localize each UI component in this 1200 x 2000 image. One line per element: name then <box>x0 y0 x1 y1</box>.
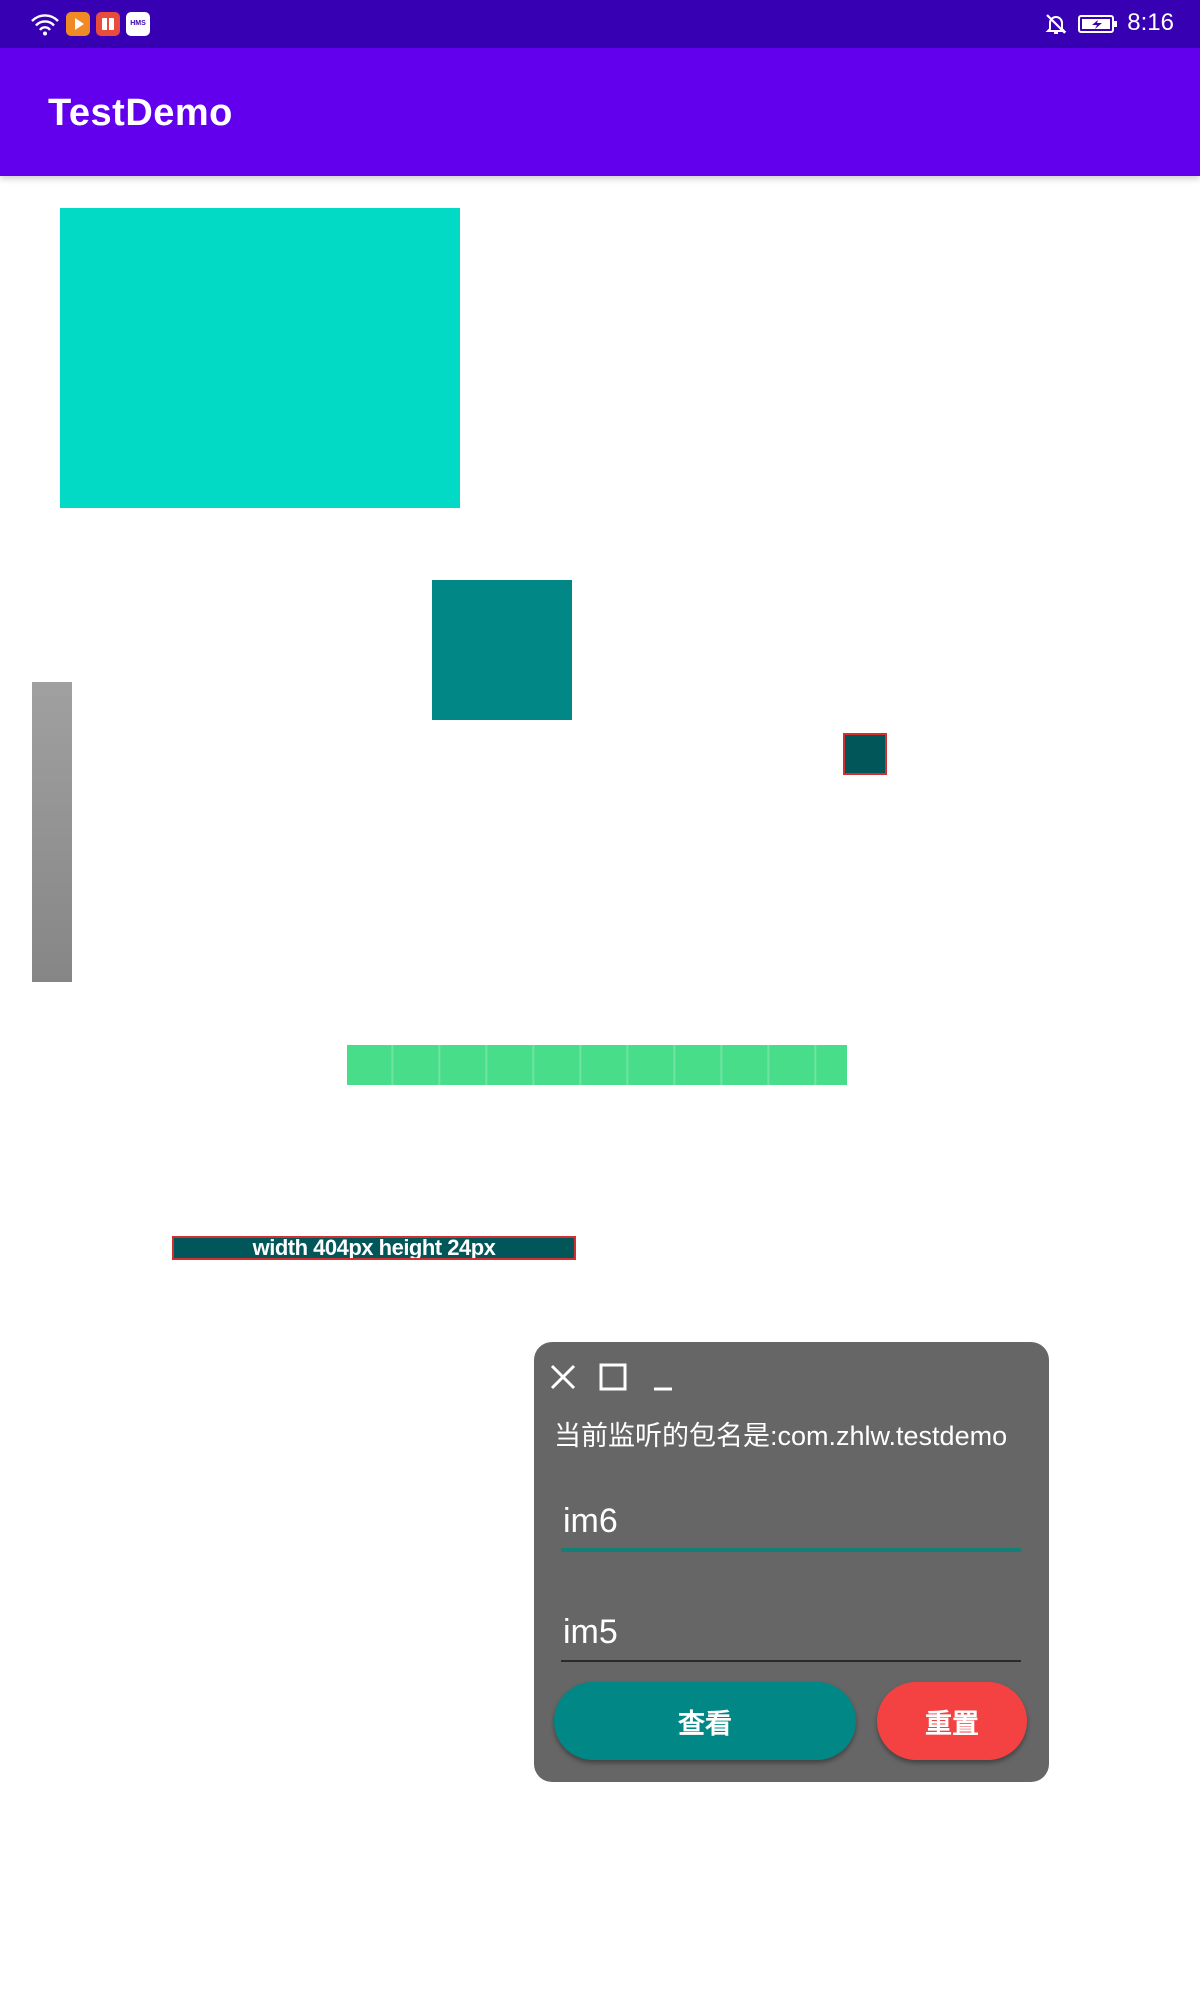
hms-label: HMS <box>130 20 146 27</box>
hms-app-icon: HMS <box>126 12 150 36</box>
view-id-input-2[interactable] <box>561 1592 1021 1662</box>
app-title: TestDemo <box>48 92 233 134</box>
view-id-input-1[interactable] <box>561 1482 1021 1552</box>
app-bar: TestDemo <box>0 48 1200 176</box>
green-striped-bar <box>347 1045 847 1085</box>
package-info-text: 当前监听的包名是:com.zhlw.testdemo <box>554 1421 1008 1451</box>
bell-off-icon <box>1045 14 1067 34</box>
reset-button[interactable]: 重置 <box>877 1682 1027 1760</box>
size-label-view: width 404px height 24px <box>172 1236 576 1260</box>
battery-charging-icon <box>1078 15 1117 33</box>
minimize-icon[interactable] <box>646 1360 680 1394</box>
maximize-icon[interactable] <box>596 1360 630 1394</box>
wifi-icon <box>31 14 59 36</box>
floating-panel: 当前监听的包名是:com.zhlw.testdemo 查看 重置 <box>534 1342 1049 1782</box>
view-button[interactable]: 查看 <box>554 1682 856 1760</box>
video-app-icon <box>66 12 90 36</box>
close-icon[interactable] <box>546 1360 580 1394</box>
teal-view <box>432 580 572 720</box>
small-outlined-view <box>843 733 887 775</box>
gray-vertical-bar <box>32 682 72 982</box>
book-app-icon <box>96 12 120 36</box>
status-bar: HMS 8:16 <box>0 0 1200 48</box>
status-time: 8:16 <box>1127 9 1174 36</box>
cyan-view <box>60 208 460 508</box>
